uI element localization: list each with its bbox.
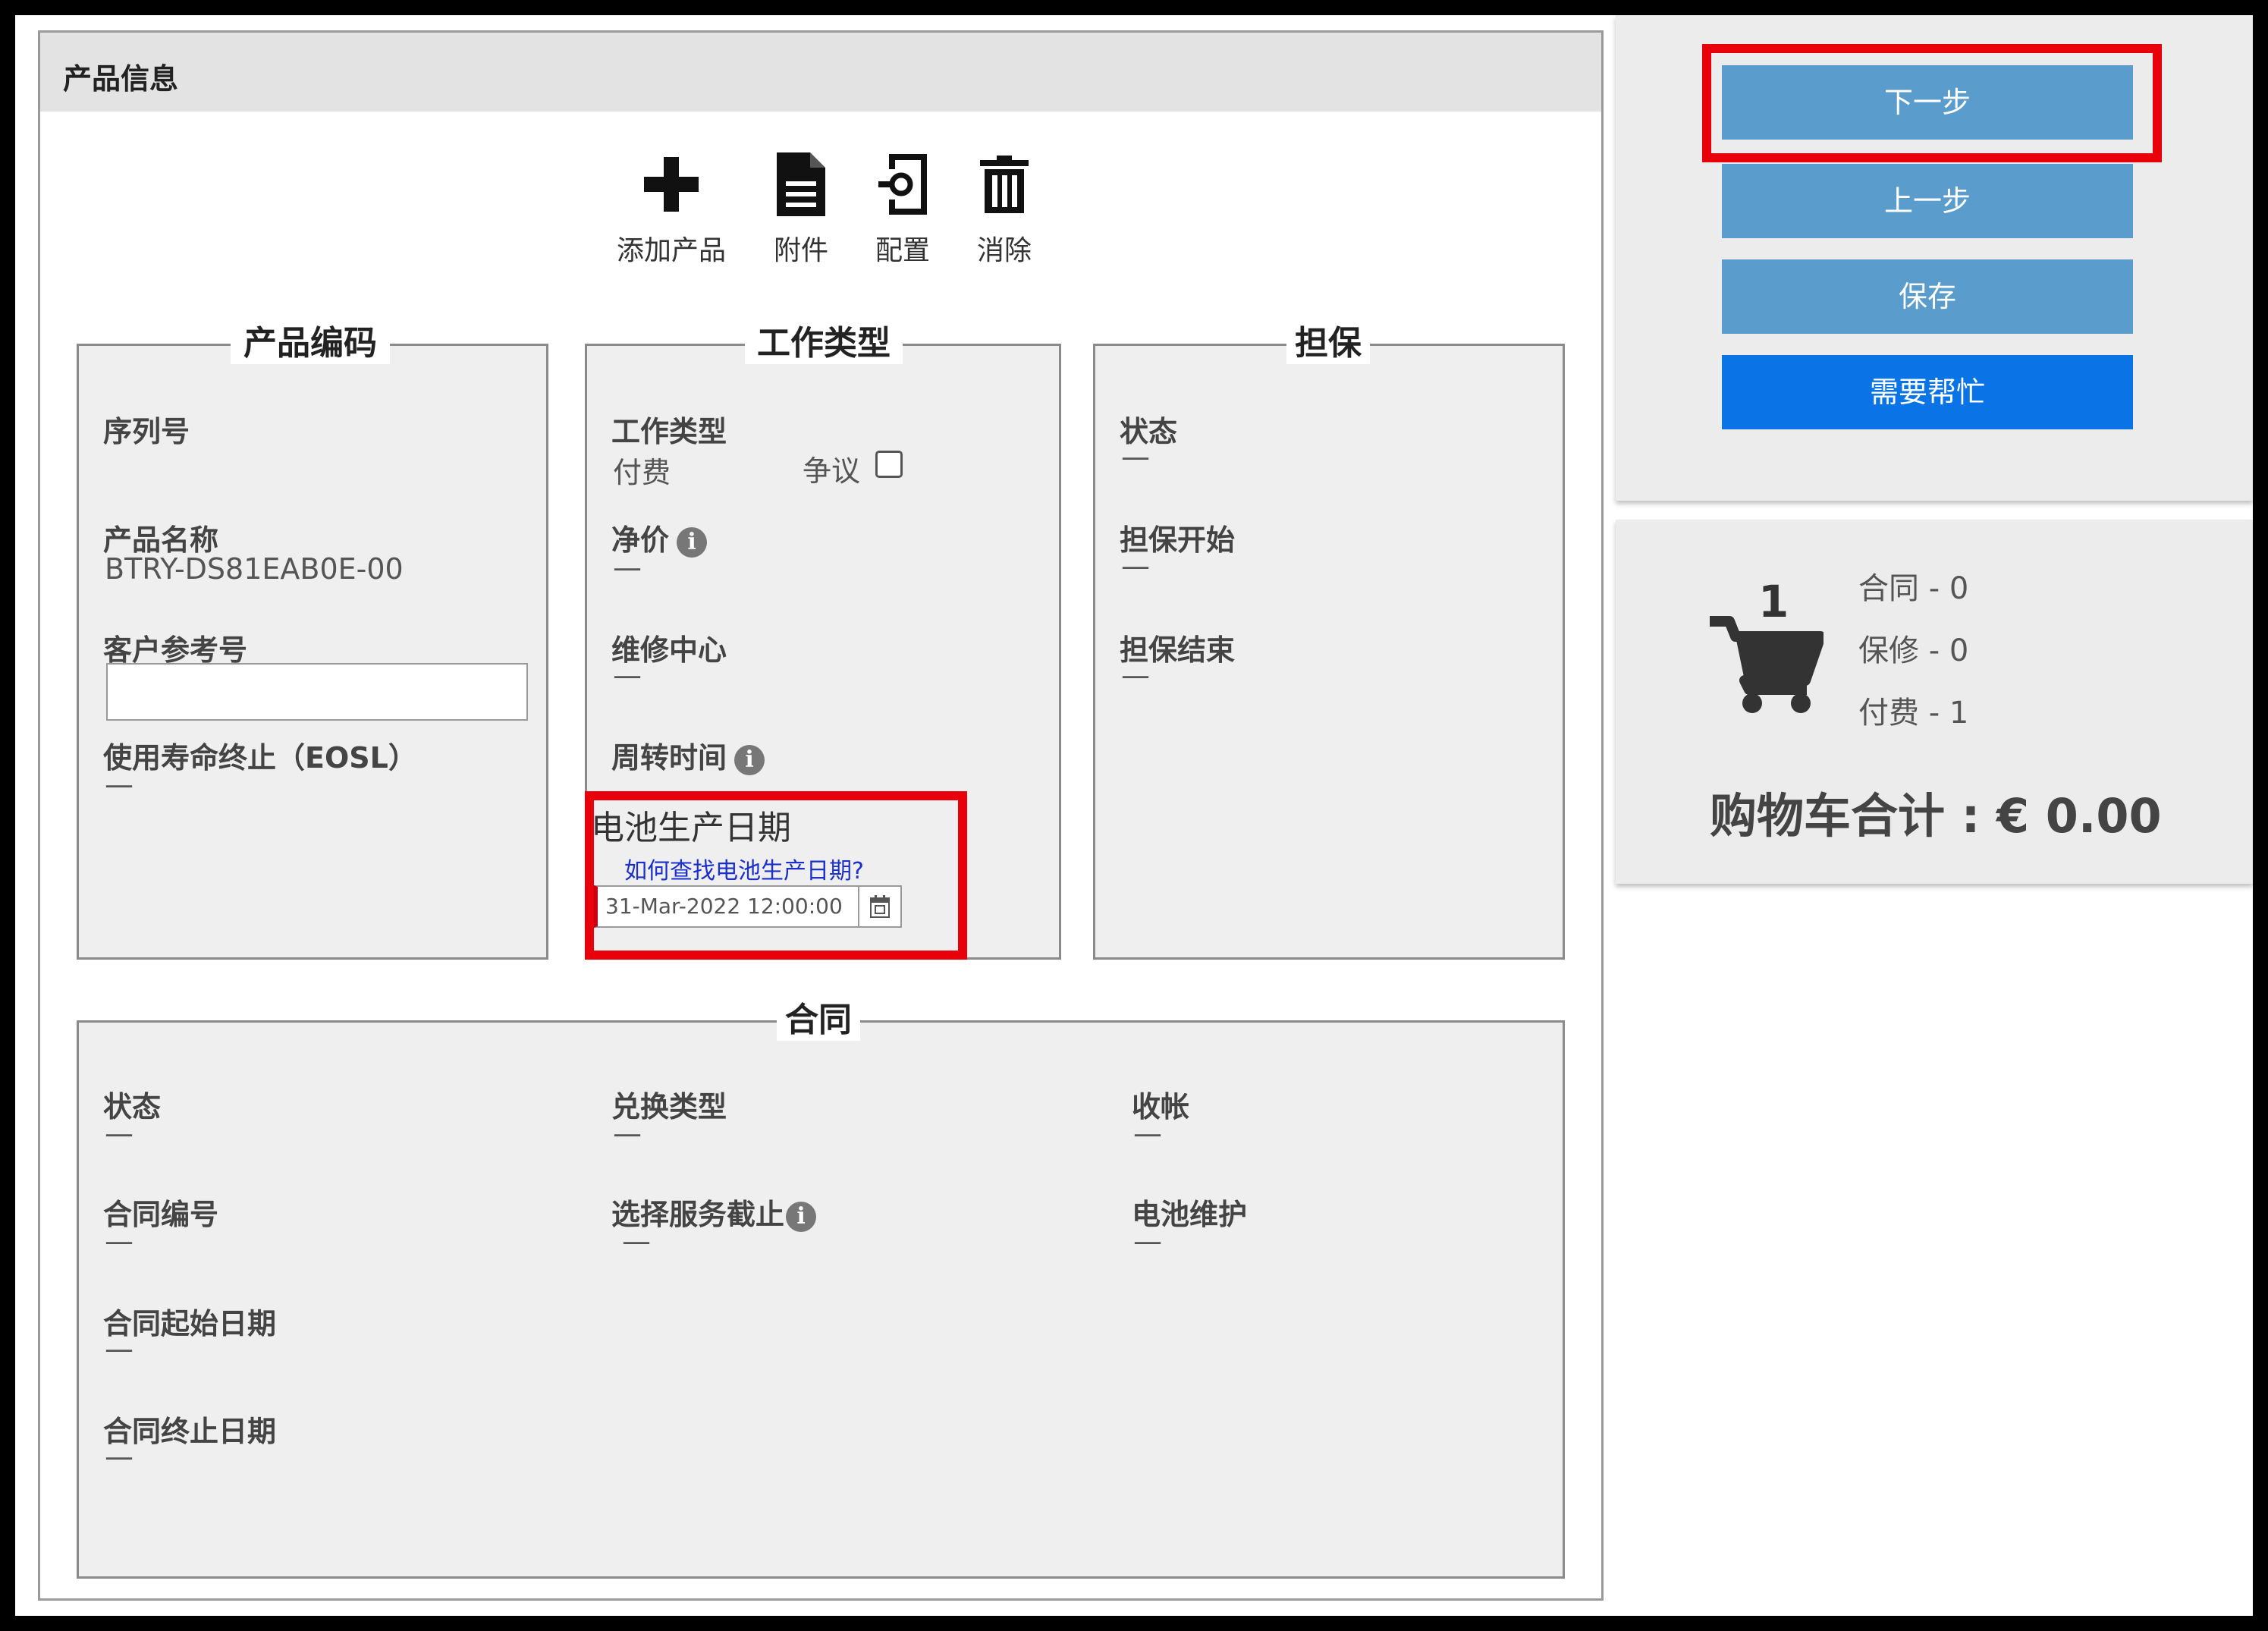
cart-paid-count: 付费 - 1 — [1858, 696, 1969, 731]
dispute-checkbox[interactable] — [875, 451, 903, 478]
document-icon — [759, 146, 843, 222]
battery-date-value: 31-Mar-2022 12:00:00 — [605, 894, 843, 919]
battery-maintenance-value: — — [1133, 1224, 1162, 1258]
service-cutoff-value: — — [622, 1224, 651, 1258]
work-type-label: 工作类型 — [611, 415, 727, 448]
contract-start-value: — — [105, 1332, 134, 1365]
delete-button[interactable]: 消除 — [963, 146, 1046, 268]
info-icon[interactable]: i — [786, 1201, 817, 1232]
attachment-label: 附件 — [773, 235, 828, 266]
warranty-end-value: — — [1121, 658, 1150, 692]
cart-warranty-count: 保修 - 0 — [1858, 633, 1969, 668]
trash-icon — [963, 146, 1046, 222]
work-type-value: 付费 — [613, 456, 671, 489]
attachment-button[interactable]: 附件 — [759, 146, 843, 268]
config-label: 配置 — [875, 235, 930, 266]
work-type-title: 工作类型 — [745, 323, 903, 364]
action-panel: 下一步 上一步 保存 需要帮忙 — [1616, 15, 2253, 501]
config-button[interactable]: 配置 — [861, 146, 944, 268]
page-frame: 产品信息 添加产品 附件 配置 消除 产品编码 序列号 产品名称 BTRY-DS… — [15, 15, 2253, 1616]
warranty-status-value: — — [1121, 440, 1150, 473]
contract-end-value: — — [105, 1440, 134, 1473]
product-code-title: 产品编码 — [231, 323, 390, 364]
eosl-value: — — [105, 768, 134, 801]
product-info-panel: 产品信息 添加产品 附件 配置 消除 产品编码 序列号 产品名称 BTRY-DS… — [38, 30, 1604, 1601]
contract-number-value: — — [105, 1224, 134, 1258]
battery-date-label: 电池生产日期 — [591, 809, 791, 847]
info-icon[interactable]: i — [677, 526, 708, 558]
customer-ref-input[interactable] — [106, 663, 528, 721]
previous-button[interactable]: 上一步 — [1722, 164, 2133, 238]
next-button[interactable]: 下一步 — [1722, 65, 2133, 140]
cart-panel: 1 合同 - 0 保修 - 0 付费 - 1 购物车合计 : € 0.00 — [1616, 520, 2253, 884]
exchange-type-value: — — [613, 1117, 642, 1150]
cart-contract-count: 合同 - 0 — [1858, 571, 1969, 606]
product-code-section: 产品编码 序列号 产品名称 BTRY-DS81EAB0E-00 客户参考号 使用… — [77, 323, 548, 960]
save-button[interactable]: 保存 — [1722, 259, 2133, 334]
info-icon[interactable]: i — [734, 744, 765, 775]
repair-center-value: — — [613, 658, 642, 692]
warranty-start-value: — — [1121, 549, 1150, 583]
serial-label: 序列号 — [103, 415, 190, 448]
calendar-icon[interactable] — [858, 887, 900, 926]
panel-title: 产品信息 — [63, 62, 179, 96]
net-price-value: — — [613, 551, 642, 584]
battery-date-input[interactable]: 31-Mar-2022 12:00:00 — [594, 885, 902, 928]
plus-icon — [611, 146, 732, 222]
customer-ref-label: 客户参考号 — [103, 633, 248, 667]
warranty-section: 担保 状态 — 担保开始 — 担保结束 — — [1093, 323, 1565, 960]
add-product-label: 添加产品 — [616, 235, 726, 266]
dispute-label: 争议 — [803, 454, 861, 488]
config-icon — [861, 146, 944, 222]
turnaround-label: 周转时间 i — [611, 734, 765, 776]
eosl-label: 使用寿命终止（EOSL） — [103, 741, 417, 775]
cart-count-badge: 1 — [1758, 576, 1789, 627]
contract-section: 合同 状态 — 合同编号 — 合同起始日期 — 合同终止日期 — 兑换类型 — … — [77, 1000, 1565, 1579]
product-name-value: BTRY-DS81EAB0E-00 — [105, 552, 404, 586]
contract-status-value: — — [105, 1117, 134, 1150]
help-button[interactable]: 需要帮忙 — [1722, 355, 2133, 429]
battery-date-help-link[interactable]: 如何查找电池生产日期? — [624, 852, 864, 885]
panel-header: 产品信息 — [40, 33, 1601, 112]
add-product-button[interactable]: 添加产品 — [611, 146, 732, 268]
cart-total: 购物车合计 : € 0.00 — [1710, 788, 2162, 844]
delete-label: 消除 — [976, 235, 1032, 266]
billing-value: — — [1133, 1117, 1162, 1150]
contract-title: 合同 — [777, 1000, 860, 1041]
battery-date-highlight: 电池生产日期 如何查找电池生产日期? 31-Mar-2022 12:00:00 — [585, 791, 967, 960]
warranty-title: 担保 — [1286, 323, 1370, 364]
